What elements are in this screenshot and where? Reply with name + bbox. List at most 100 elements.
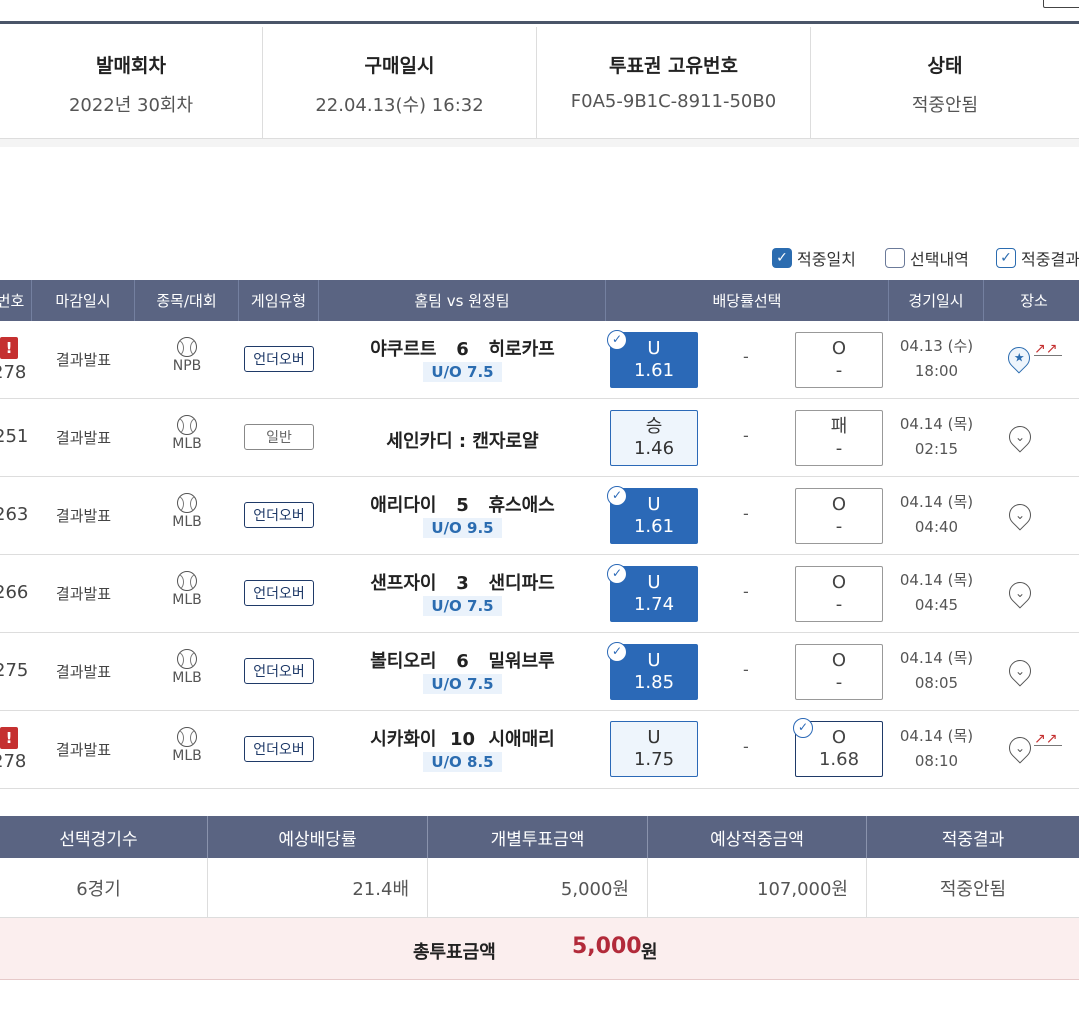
sum-th-bet: 개별투표금액 — [428, 816, 648, 858]
teams: 샌프자이 3 샌디파드 — [319, 569, 606, 595]
row-num: 251 — [0, 426, 29, 447]
table-row[interactable]: ! 278 결과발표 NPB 언더오버 야쿠르트6히로카프 U/O 7.5 U1… — [0, 321, 1079, 399]
location-icon[interactable]: ⌄ — [1004, 421, 1036, 453]
location-icon[interactable]: ⌄ — [1004, 577, 1036, 609]
baseball-icon — [177, 649, 197, 669]
gametype-badge: 언더오버 — [244, 502, 314, 528]
location-star-icon[interactable]: ★ — [1003, 342, 1035, 374]
game-date: 04.14 (목) — [899, 571, 974, 589]
odd-value: 1.85 — [633, 672, 675, 693]
table-row[interactable]: ! 278 결과발표 MLB 언더오버 시카화이 10 시애매리 U/O 8.5 U… — [0, 711, 1079, 789]
odd-over-button[interactable]: O- — [795, 488, 883, 544]
table-row[interactable]: 263 결과발표 MLB 언더오버 애리다이5휴스애스 U/O 9.5 U1.6… — [0, 477, 1079, 555]
odd-over-button[interactable]: O- — [795, 332, 883, 388]
th-place: 장소 — [1020, 292, 1048, 310]
location-icon[interactable]: ⌄ — [1004, 499, 1036, 531]
home-team: 볼티오리 — [370, 651, 437, 672]
filter-result[interactable]: ✓ 적중결과 — [996, 246, 1079, 270]
match-name: 세인카디 : 캔자로얄 — [386, 431, 539, 452]
away-team: 샌디파드 — [488, 573, 555, 594]
info-purchase-value: 22.04.13(수) 16:32 — [315, 95, 484, 116]
checkbox-icon[interactable] — [885, 248, 905, 268]
closing-cell: 결과발표 — [32, 555, 135, 633]
info-status-value: 적중안됨 — [911, 95, 979, 116]
location-icon[interactable]: ⌄ — [1004, 732, 1036, 764]
trend-chart-icon[interactable]: ↗↗ — [1034, 731, 1062, 747]
teams: 야쿠르트 6 히로카프 — [319, 335, 606, 361]
score: 6 — [456, 651, 469, 672]
odd-value: 1.75 — [633, 749, 675, 770]
gametype-cell: 언더오버 — [239, 477, 319, 555]
gamedate-cell: 04.14 (목) 04:40 — [889, 477, 984, 555]
sum-th-odds: 예상배당률 — [208, 816, 428, 858]
odd-label: O — [831, 494, 847, 515]
teams: 시카화이 10 시애매리 — [319, 725, 606, 751]
closing-status: 결과발표 — [55, 507, 112, 525]
teams-cell: 애리다이 5 휴스애스 U/O 9.5 — [319, 477, 606, 555]
info-ticket-id-value: F0A5-9B1C-8911-50B0 — [570, 91, 777, 112]
location-icon[interactable]: ⌄ — [1004, 655, 1036, 687]
warning-icon: ! — [0, 727, 18, 749]
filter-selection[interactable]: 선택내역 — [885, 246, 969, 270]
baseball-icon — [177, 727, 197, 747]
odd-label: 승 — [645, 416, 663, 437]
sum-games: 6경기 — [0, 858, 208, 918]
check-circle-icon: ✓ — [793, 718, 813, 738]
filter-match[interactable]: ✓ 적중일치 — [772, 246, 856, 270]
away-team: 시애매리 — [488, 729, 555, 750]
th-odds: 배당률선택 — [606, 280, 889, 321]
game-date: 04.14 (목) — [899, 727, 974, 745]
odd-label: 패 — [830, 416, 848, 437]
odd-over-button[interactable]: O- — [795, 644, 883, 700]
th-gametype: 게임유형 — [239, 280, 319, 321]
info-round-label: 발매회차 — [96, 55, 166, 77]
table-header: 번호 마감일시 종목/대회 게임유형 홈팀 vs 원정팀 배당률선택 경기일시 … — [0, 280, 1079, 321]
table-row[interactable]: 275 결과발표 MLB 언더오버 볼티오리6밀워브루 U/O 7.5 U1.8… — [0, 633, 1079, 711]
odd-win-button[interactable]: 승 1.46 — [610, 410, 698, 466]
odd-label: O — [831, 338, 847, 359]
check-circle-icon: ✓ — [607, 330, 627, 350]
gametype-cell: 언더오버 — [239, 633, 319, 711]
filter-match-label: 적중일치 — [797, 250, 856, 269]
odd-value: 1.68 — [818, 749, 860, 770]
check-icon[interactable]: ✓ — [772, 248, 792, 268]
baseball-icon — [177, 337, 197, 357]
top-right-button[interactable] — [1043, 0, 1079, 8]
warning-icon: ! — [0, 337, 18, 359]
table-row[interactable]: 266 결과발표 MLB 언더오버 샌프자이3샌디파드 U/O 7.5 U1.7… — [0, 555, 1079, 633]
sum-th-expected: 예상적중금액 — [648, 816, 867, 858]
odd-over-button[interactable]: O- — [795, 566, 883, 622]
closing-cell: 결과발표 — [32, 399, 135, 477]
sum-th-result: 적중결과 — [941, 829, 1005, 850]
gamedate-cell: 04.13 (수) 18:00 — [889, 321, 984, 399]
table-row[interactable]: 251 결과발표 MLB 일반 세인카디 : 캔자로얄 승1.46 - 패- 0… — [0, 399, 1079, 477]
game-time: 08:10 — [914, 752, 959, 770]
odd-lose-button[interactable]: 패- — [795, 410, 883, 466]
teams-cell: 세인카디 : 캔자로얄 — [319, 399, 606, 477]
game-date: 04.14 (목) — [899, 493, 974, 511]
odd-under-button[interactable]: U 1.75 — [610, 721, 698, 777]
home-team: 시카화이 — [370, 729, 437, 750]
teams: 애리다이 5 휴스애스 — [319, 491, 606, 517]
info-round-value: 2022년 30회차 — [68, 95, 194, 116]
check-circle-icon: ✓ — [607, 486, 627, 506]
league: MLB — [172, 592, 202, 608]
info-purchase-label: 구매일시 — [364, 55, 435, 77]
away-team: 밀워브루 — [488, 651, 555, 672]
game-time: 02:15 — [914, 440, 959, 458]
baseball-icon — [177, 415, 197, 435]
total-label: 총투표금액 — [413, 942, 496, 963]
check-icon[interactable]: ✓ — [996, 248, 1016, 268]
score: 5 — [456, 495, 469, 516]
trend-chart-icon[interactable]: ↗↗ — [1034, 341, 1062, 357]
sum-bet: 5,000원 — [428, 858, 648, 918]
game-time: 08:05 — [914, 674, 959, 692]
closing-status: 결과발표 — [55, 429, 112, 447]
teams-cell: 야쿠르트 6 히로카프 U/O 7.5 — [319, 321, 606, 399]
league: NPB — [172, 358, 202, 374]
draw-odd: - — [743, 582, 749, 601]
score: 10 — [449, 729, 476, 750]
ticket-info: 발매회차 2022년 30회차 구매일시 22.04.13(수) 16:32 투… — [0, 27, 1079, 139]
uo-line: U/O 7.5 — [423, 596, 502, 616]
row-num: 263 — [0, 504, 29, 525]
